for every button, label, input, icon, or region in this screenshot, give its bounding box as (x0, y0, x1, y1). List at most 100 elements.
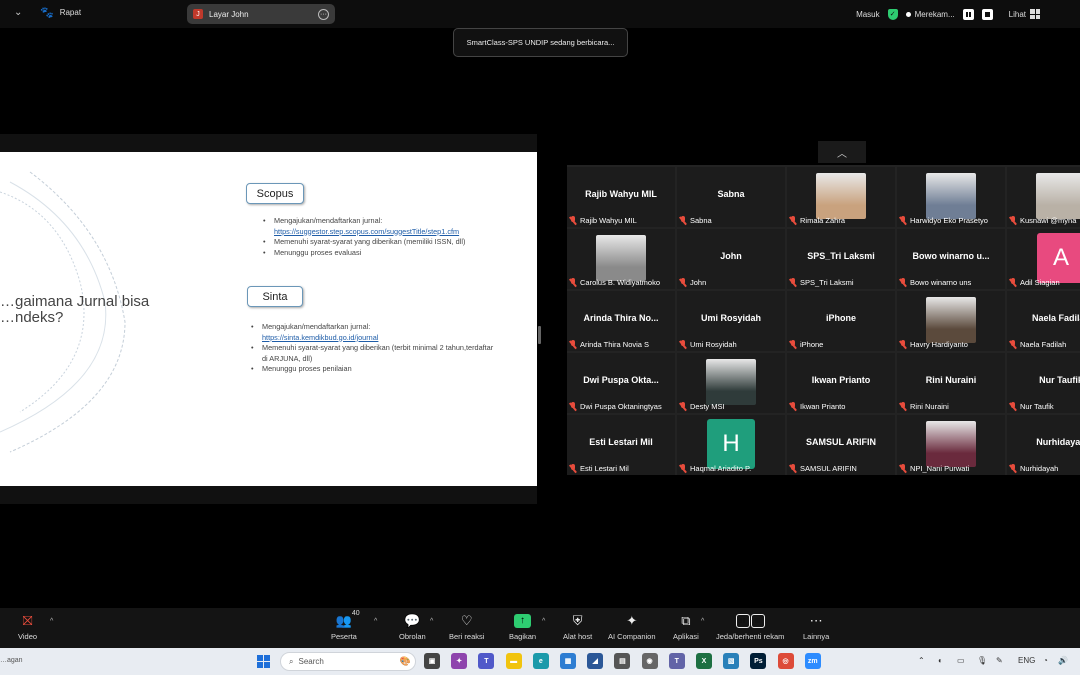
participant-tile[interactable]: Esti Lestari Mil Esti Lestari Mil (567, 415, 675, 475)
participant-tile[interactable]: Nurhidayah Nurhidayah (1007, 415, 1080, 475)
tray-battery-icon[interactable]: ▭ (957, 656, 965, 665)
participant-display-name: Nur Taufik (1039, 375, 1080, 385)
photos-icon[interactable]: ▧ (723, 653, 740, 669)
security-shield-icon[interactable]: ✓ (887, 8, 898, 20)
sinta-link[interactable]: https://sinta.kemdikbud.go.id/journal (262, 333, 498, 344)
participant-tile[interactable]: SPS_Tri Laksmi SPS_Tri Laksmi (787, 229, 895, 289)
chrome-icon[interactable]: ◎ (777, 653, 794, 669)
more-button[interactable]: ⋯ Lainnya (803, 612, 829, 642)
chat-options-caret[interactable]: ^ (430, 618, 433, 625)
reactions-button[interactable]: ♡ Beri reaksi (449, 612, 485, 642)
chat-button[interactable]: 💬 Obrolan (399, 612, 426, 642)
participant-tile[interactable]: Carolus B. Widiyatmoko (567, 229, 675, 289)
participants-button[interactable]: 👥 40 Peserta (331, 610, 360, 641)
copilot-icon[interactable]: ✦ (451, 653, 468, 669)
view-label: Lihat (1008, 9, 1026, 19)
participant-name-label: Sabna (679, 216, 712, 225)
edge-icon[interactable]: e (532, 653, 549, 669)
participant-tile[interactable]: Ikwan Prianto Ikwan Prianto (787, 353, 895, 413)
screen-share-indicator[interactable]: J Layar John ··· (187, 4, 335, 24)
ai-companion-label: AI Companion (608, 632, 656, 641)
vs-icon[interactable]: ◢ (587, 653, 604, 669)
participant-tile[interactable]: Harwidyo Eko Prasetyo (897, 167, 1005, 227)
splitter-handle[interactable] (538, 326, 541, 344)
language-indicator[interactable]: ENG (1018, 656, 1035, 665)
chevron-down-icon[interactable]: ⌄ (14, 7, 22, 18)
participant-video (706, 359, 756, 405)
participant-tile[interactable]: Kusnawi @myna (1007, 167, 1080, 227)
video-button[interactable]: ⛝ Video (18, 612, 37, 642)
file-explorer-icon[interactable]: ▬ (505, 653, 522, 669)
participant-tile[interactable]: SAMSUL ARIFIN SAMSUL ARIFIN (787, 415, 895, 475)
sparkle-icon: ✦ (626, 612, 638, 628)
participant-tile[interactable]: Naela Fadilah Naela Fadilah (1007, 291, 1080, 351)
participant-tile[interactable]: Umi Rosyidah Umi Rosyidah (677, 291, 785, 351)
task-view-icon[interactable]: ▣ (424, 653, 440, 669)
participant-tile[interactable]: Rimala Zahra (787, 167, 895, 227)
tray-app-icon[interactable]: ◐ (938, 656, 943, 665)
calculator-icon[interactable]: ▤ (614, 653, 631, 669)
reactions-label: Beri reaksi (449, 632, 485, 641)
teams-2-icon[interactable]: T (668, 653, 685, 669)
host-tools-button[interactable]: ⛨ Alat host (563, 612, 593, 642)
pause-stop-record-button[interactable]: Jeda/berhenti rekam (716, 612, 784, 641)
mic-muted-icon (899, 402, 907, 411)
meeting-label: Rapat (59, 8, 82, 17)
list-item: Menunggu proses penilaian (248, 364, 498, 375)
shared-screen: …gaimana Jurnal bisa …ndeks? Scopus Meng… (0, 134, 537, 504)
more-options-icon[interactable]: ··· (318, 8, 329, 20)
apps-options-caret[interactable]: ^ (701, 618, 704, 625)
participant-tile[interactable]: John John (677, 229, 785, 289)
tray-wifi-icon[interactable]: ◔ (1043, 656, 1048, 665)
pause-recording-button[interactable] (962, 8, 974, 20)
apps-button[interactable]: ⧉ Aplikasi (673, 612, 699, 642)
excel-icon[interactable]: X (696, 653, 712, 669)
tray-mic-icon[interactable]: 🎙 (977, 656, 987, 665)
presentation-slide: …gaimana Jurnal bisa …ndeks? Scopus Meng… (0, 152, 537, 486)
scopus-link[interactable]: https://suggestor.step.scopus.com/sugges… (274, 227, 520, 238)
store-icon[interactable]: ▦ (560, 653, 576, 669)
share-button[interactable]: ↑ Bagikan (509, 612, 536, 641)
meeting-info-button[interactable]: 🐾 Rapat (40, 6, 81, 19)
host-tools-label: Alat host (563, 632, 593, 641)
participant-tile[interactable]: Sabna Sabna (677, 167, 785, 227)
participant-tile[interactable]: Arinda Thira No... Arinda Thira Novia S (567, 291, 675, 351)
participant-tile[interactable]: Rajib Wahyu MIL Rajib Wahyu MIL (567, 167, 675, 227)
mic-muted-icon (789, 402, 797, 411)
tray-pen-icon[interactable]: ✎ (996, 656, 1003, 665)
teams-icon[interactable]: T (478, 653, 495, 669)
participant-tile[interactable]: Desty MSI (677, 353, 785, 413)
participant-tile[interactable]: iPhone iPhone (787, 291, 895, 351)
video-options-caret[interactable]: ^ (50, 618, 53, 625)
participant-tile[interactable]: A Adil Siagian (1007, 229, 1080, 289)
participant-tile[interactable]: Havry Hardiyanto (897, 291, 1005, 351)
photoshop-icon[interactable]: Ps (750, 653, 767, 669)
view-button[interactable]: Lihat (1009, 9, 1040, 19)
camera-icon[interactable]: ◉ (641, 653, 658, 669)
zoom-icon[interactable]: zm (804, 653, 821, 669)
participant-tile[interactable]: Bowo winarno u... Bowo winarno uns (897, 229, 1005, 289)
participant-tile[interactable]: NPI_Nani Purwati (897, 415, 1005, 475)
participant-name: Nur Taufik (1020, 402, 1054, 411)
tray-chevron-up-icon[interactable]: ⌃ (918, 656, 925, 665)
participant-name: SAMSUL ARIFIN (800, 464, 857, 473)
participants-options-caret[interactable]: ^ (374, 618, 377, 625)
tray-volume-icon[interactable]: 🔊 (1058, 656, 1068, 665)
share-options-caret[interactable]: ^ (542, 618, 545, 625)
participant-tile[interactable]: Rini Nuraini Rini Nuraini (897, 353, 1005, 413)
signin-button[interactable]: Masuk (856, 10, 880, 19)
participant-tile[interactable]: Nur Taufik Nur Taufik (1007, 353, 1080, 413)
windows-start-icon[interactable] (257, 655, 270, 668)
taskbar-search[interactable]: ⌕ Search 🎨 (280, 652, 416, 671)
mic-muted-icon (569, 278, 577, 287)
participant-name-label: Rini Nuraini (899, 402, 949, 411)
mic-muted-icon (899, 340, 907, 349)
bullet-text: Mengajukan/mendaftarkan jurnal: (274, 216, 383, 225)
stop-recording-button[interactable] (981, 8, 993, 20)
participant-tile[interactable]: H Haqmal Ariadito P. (677, 415, 785, 475)
participant-name: Naela Fadilah (1020, 340, 1067, 349)
participant-tile[interactable]: Dwi Puspa Okta... Dwi Puspa Oktaningtyas (567, 353, 675, 413)
participant-name: Bowo winarno uns (910, 278, 972, 287)
gallery-scroll-up-button[interactable]: ︿ (818, 141, 866, 163)
ai-companion-button[interactable]: ✦ AI Companion (608, 612, 656, 642)
